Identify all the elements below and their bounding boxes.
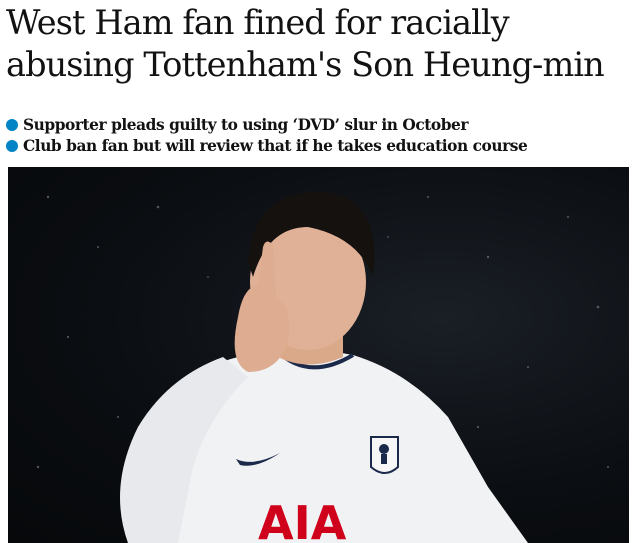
club-crest-icon (370, 436, 399, 474)
shirt-sponsor: AIA (258, 496, 347, 543)
bullet-text: Supporter pleads guilty to using ‘DVD’ s… (23, 115, 469, 134)
bullet-dot-icon (6, 139, 18, 152)
bullet-text: Club ban fan but will review that if he … (23, 136, 528, 155)
footballer-photo: AIA (36, 191, 609, 543)
standfirst-bullet: Club ban fan but will review that if he … (6, 135, 638, 156)
standfirst-bullet: Supporter pleads guilty to using ‘DVD’ s… (6, 114, 638, 135)
article-headline[interactable]: West Ham fan fined for racially abusing … (6, 2, 638, 86)
article-main-image[interactable]: AIA (8, 167, 629, 543)
bullet-dot-icon (6, 118, 18, 131)
standfirst-bullets: Supporter pleads guilty to using ‘DVD’ s… (6, 114, 638, 156)
